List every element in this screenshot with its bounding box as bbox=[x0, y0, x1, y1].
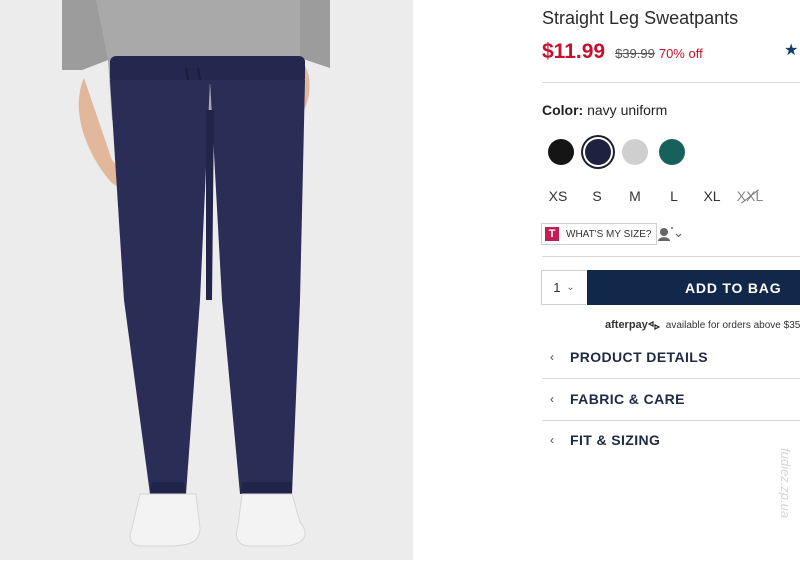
color-swatch-teal[interactable] bbox=[659, 139, 685, 165]
size-tool-badge: T bbox=[545, 227, 559, 241]
color-label-title: Color: bbox=[542, 102, 584, 118]
product-title: Straight Leg Sweatpants bbox=[542, 8, 739, 28]
whats-my-size-label: WHAT'S MY SIZE? bbox=[566, 228, 652, 240]
product-image[interactable] bbox=[0, 0, 413, 560]
accordion-product-details[interactable]: ‹ PRODUCT DETAILS bbox=[542, 337, 800, 377]
afterpay-arrows-icon bbox=[647, 320, 660, 330]
color-label: Color: navy uniform bbox=[542, 102, 667, 118]
color-swatch-navy-uniform[interactable] bbox=[585, 139, 611, 165]
chevron-left-icon: ‹ bbox=[550, 433, 554, 447]
color-swatch-heather-gray[interactable] bbox=[622, 139, 648, 165]
divider bbox=[542, 256, 800, 257]
afterpay-text: available for orders above $35 bbox=[665, 319, 800, 331]
accordion-label: FABRIC & CARE bbox=[570, 391, 685, 407]
model-wearing-sweatpants bbox=[0, 0, 413, 560]
selected-color-name: navy uniform bbox=[587, 102, 668, 118]
discount-label: 70% off bbox=[658, 46, 703, 61]
accordion-label: FIT & SIZING bbox=[570, 432, 661, 448]
accordion-fabric-care[interactable]: ‹ FABRIC & CARE bbox=[542, 379, 800, 419]
watermark-text: fudiez.zp.ua bbox=[778, 448, 793, 519]
chevron-left-icon: ‹ bbox=[550, 350, 554, 364]
size-option-s[interactable]: S bbox=[582, 188, 612, 204]
whats-my-size-button[interactable]: T WHAT'S MY SIZE? bbox=[541, 223, 658, 245]
quantity-value: 1 bbox=[553, 280, 561, 295]
afterpay-logo: afterpay bbox=[605, 319, 660, 331]
price-row: $11.99 $39.99 70% off bbox=[542, 40, 703, 64]
accordion-label: PRODUCT DETAILS bbox=[570, 349, 708, 365]
divider bbox=[542, 82, 800, 83]
size-option-xs[interactable]: XS bbox=[543, 188, 573, 204]
size-option-m[interactable]: M bbox=[620, 188, 650, 204]
add-to-bag-button[interactable]: ADD TO BAG bbox=[587, 270, 800, 305]
size-option-xxl-unavailable[interactable]: XXL bbox=[735, 188, 765, 204]
size-option-xl[interactable]: XL bbox=[697, 188, 727, 204]
afterpay-brand: afterpay bbox=[605, 319, 648, 331]
avatar-dropdown-icon[interactable] bbox=[657, 226, 683, 242]
color-swatch-black[interactable] bbox=[548, 139, 574, 165]
size-option-l[interactable]: L bbox=[659, 188, 689, 204]
quantity-select[interactable]: 1 ⌄ bbox=[541, 270, 586, 305]
sale-price: $11.99 bbox=[542, 40, 606, 63]
chevron-left-icon: ‹ bbox=[550, 392, 554, 406]
afterpay-note: afterpay available for orders above $35 bbox=[605, 319, 800, 331]
chevron-down-icon: ⌄ bbox=[566, 282, 575, 293]
original-price: $39.99 bbox=[615, 46, 655, 61]
star-icon[interactable]: ★ bbox=[784, 40, 798, 60]
accordion-fit-sizing[interactable]: ‹ FIT & SIZING bbox=[542, 420, 800, 460]
